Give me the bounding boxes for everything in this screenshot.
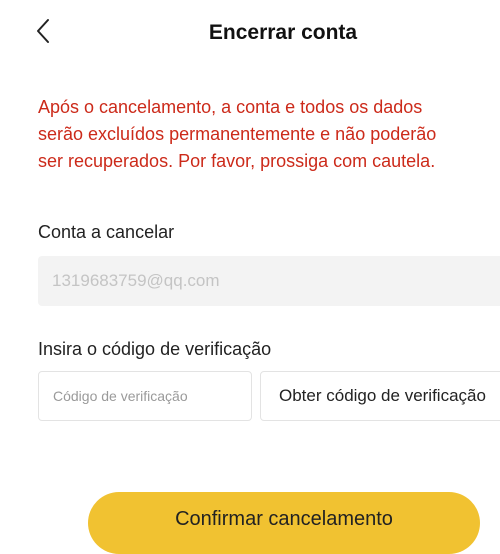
- header-bar: Encerrar conta: [0, 0, 500, 70]
- warning-line: Após o cancelamento, a conta e todos os …: [38, 97, 423, 117]
- confirm-cancel-button[interactable]: Confirmar cancelamento: [88, 492, 480, 554]
- verification-code-label: Insira o código de verificação: [38, 339, 272, 359]
- page-title: Encerrar conta: [208, 21, 358, 44]
- account-field: 1319683759@qq.com: [38, 256, 500, 306]
- warning-message: Após o cancelamento, a conta e todos os …: [38, 94, 500, 175]
- account-label: Conta a cancelar: [38, 222, 175, 242]
- get-code-button[interactable]: Obter código de verificação: [260, 371, 500, 421]
- warning-line: serão excluídos permanentemente e não po…: [38, 124, 437, 144]
- warning-line: ser recuperados. Por favor, prossiga com…: [38, 151, 436, 171]
- verification-code-input[interactable]: [38, 371, 252, 421]
